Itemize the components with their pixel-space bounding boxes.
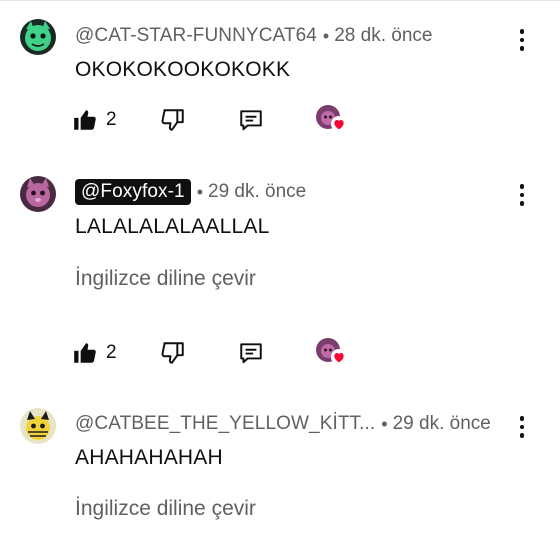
like-button[interactable]: 2 bbox=[72, 103, 117, 137]
reply-icon bbox=[240, 110, 262, 131]
author-name[interactable]: @CATBEE_THE_YELLOW_KİTT... bbox=[75, 413, 375, 435]
like-count: 2 bbox=[106, 342, 117, 363]
thumbs-up-icon bbox=[74, 343, 96, 363]
yellow-cat-avatar-icon bbox=[20, 408, 56, 444]
comment-header: @CAT-STAR-FUNNYCAT64 • 28 dk. önce bbox=[75, 21, 432, 51]
like-button[interactable]: 2 bbox=[72, 336, 117, 370]
thumbs-down-icon bbox=[161, 342, 184, 364]
separator: • bbox=[322, 25, 330, 46]
thumbs-up-icon bbox=[74, 110, 96, 130]
more-icon bbox=[519, 416, 525, 421]
heart-icon bbox=[331, 116, 347, 132]
like-count: 2 bbox=[106, 109, 117, 130]
more-options-button[interactable] bbox=[510, 412, 534, 442]
avatar[interactable] bbox=[20, 19, 56, 55]
comment-header: @Foxyfox-1 • 29 dk. önce bbox=[75, 177, 306, 207]
reply-button[interactable] bbox=[238, 336, 264, 370]
timestamp: 29 dk. önce bbox=[392, 413, 491, 434]
more-icon bbox=[519, 29, 525, 34]
divider bbox=[0, 0, 560, 1]
avatar[interactable] bbox=[20, 176, 56, 212]
creator-heart bbox=[316, 336, 350, 370]
comment-text: AHAHAHAHAH bbox=[75, 446, 223, 469]
heart-icon bbox=[331, 349, 347, 365]
comment-text: LALALALALAALLAL bbox=[75, 215, 270, 238]
creator-heart bbox=[316, 103, 350, 137]
author-name[interactable]: @Foxyfox-1 bbox=[75, 179, 191, 205]
green-cat-avatar-icon bbox=[20, 19, 56, 55]
more-options-button[interactable] bbox=[510, 25, 534, 55]
translate-link[interactable]: İngilizce diline çevir bbox=[75, 267, 256, 291]
comment-header: @CATBEE_THE_YELLOW_KİTT... • 29 dk. önce bbox=[75, 409, 491, 439]
separator: • bbox=[196, 181, 204, 202]
timestamp: 29 dk. önce bbox=[208, 181, 307, 202]
timestamp: 28 dk. önce bbox=[334, 25, 433, 46]
translate-link[interactable]: İngilizce diline çevir bbox=[75, 497, 256, 521]
comment-actions: 2 bbox=[72, 103, 372, 137]
more-icon bbox=[519, 184, 525, 189]
dislike-button[interactable] bbox=[160, 103, 186, 137]
dislike-button[interactable] bbox=[160, 336, 186, 370]
separator: • bbox=[381, 413, 388, 434]
more-options-button[interactable] bbox=[510, 180, 534, 210]
comment-actions: 2 bbox=[72, 336, 372, 370]
comment-text: OKOKOKOOKOKOKK bbox=[75, 58, 291, 81]
reply-icon bbox=[240, 343, 262, 364]
avatar[interactable] bbox=[20, 408, 56, 444]
purple-fox-avatar-icon bbox=[20, 176, 56, 212]
author-name[interactable]: @CAT-STAR-FUNNYCAT64 bbox=[75, 25, 317, 47]
thumbs-down-icon bbox=[161, 109, 184, 131]
reply-button[interactable] bbox=[238, 103, 264, 137]
